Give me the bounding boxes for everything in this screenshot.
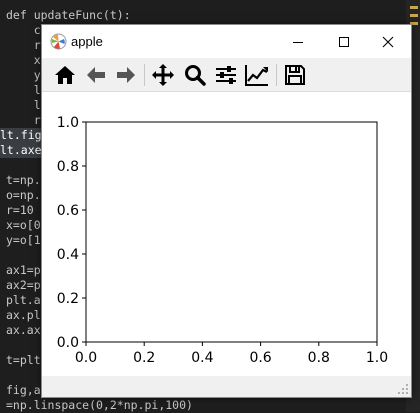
pan-button[interactable] <box>150 62 176 88</box>
maximize-icon <box>339 36 349 47</box>
code-line: t=plt <box>6 353 41 367</box>
toolbar-separator <box>144 64 145 86</box>
plot-axes[interactable]: 0.0 0.2 0.4 0.6 0.8 1.0 0.0 0.2 0.4 0.6 0.8 1.0 <box>42 92 411 377</box>
save-button[interactable] <box>282 62 308 88</box>
y-tick-label: 0.4 <box>57 247 79 263</box>
minimize-icon <box>293 41 303 43</box>
code-line: fig,a <box>6 383 41 397</box>
forward-button[interactable] <box>113 62 139 88</box>
code-line: y=o[1 <box>6 233 41 247</box>
y-tick-label: 0.0 <box>57 335 79 351</box>
code-line: o=np. <box>6 188 41 202</box>
pan-icon <box>152 64 174 86</box>
code-line: c <box>6 23 41 37</box>
title-bar[interactable]: apple <box>42 25 411 58</box>
code-line: plt.a <box>6 293 41 307</box>
close-button[interactable] <box>365 25 411 58</box>
resize-grip-icon[interactable] <box>397 383 409 395</box>
code-line: ax2=p <box>6 278 41 292</box>
zoom-icon <box>185 65 206 86</box>
code-line: ax.ax <box>6 323 41 337</box>
x-tick-label: 1.0 <box>366 350 388 366</box>
code-line: y <box>6 68 41 82</box>
code-line: l <box>6 83 41 97</box>
save-icon <box>285 65 305 85</box>
forward-icon <box>117 67 135 83</box>
y-tick-label: 0.8 <box>57 159 79 175</box>
scroll-marker <box>410 6 418 9</box>
configure-subplots-icon <box>216 66 236 84</box>
minimize-button[interactable] <box>275 25 321 58</box>
status-bar <box>42 376 411 397</box>
code-line: lt.fig <box>0 128 42 143</box>
code-line: x=o[0 <box>6 218 41 232</box>
matplotlib-logo-icon <box>50 33 67 50</box>
home-icon <box>55 66 75 84</box>
navigation-toolbar <box>42 58 411 92</box>
code-line: lt.axe <box>0 143 42 158</box>
x-tick-label: 0.6 <box>249 350 271 366</box>
x-tick-label: 0.2 <box>133 350 155 366</box>
axes-frame <box>85 121 378 343</box>
code-line: r <box>6 113 41 127</box>
code-line: l <box>6 98 41 112</box>
code-line: =np.linspace(0,2*np.pi,100) <box>6 398 193 412</box>
code-line: t=np. <box>6 173 41 187</box>
code-line: def updateFunc(t): <box>6 8 131 22</box>
toolbar-separator <box>276 64 277 86</box>
figure-window[interactable]: apple 0.0 0.2 0.4 0.6 0.8 1.0 0.0 0.2 0.… <box>41 24 412 398</box>
home-button[interactable] <box>52 62 78 88</box>
figure-canvas[interactable]: 0.0 0.2 0.4 0.6 0.8 1.0 0.0 0.2 0.4 0.6 0.8 1.0 <box>42 92 411 377</box>
code-line: ax1=p <box>6 263 41 277</box>
configure-subplots-button[interactable] <box>213 62 239 88</box>
x-tick-label: 0.8 <box>308 350 330 366</box>
window-title: apple <box>71 34 103 49</box>
x-tick-label: 0.0 <box>75 350 97 366</box>
zoom-button[interactable] <box>182 62 208 88</box>
scroll-marker <box>410 14 418 17</box>
edit-axis-icon <box>245 65 268 86</box>
code-line: r=10 <box>6 203 34 217</box>
maximize-button[interactable] <box>321 25 367 58</box>
back-button[interactable] <box>83 62 109 88</box>
code-line: r <box>6 38 41 52</box>
back-icon <box>87 67 105 83</box>
y-tick-label: 0.6 <box>57 203 79 219</box>
close-icon <box>382 36 394 47</box>
code-line: ax.pl <box>6 308 41 322</box>
y-tick-label: 1.0 <box>57 115 79 131</box>
edit-axis-button[interactable] <box>244 62 270 88</box>
y-tick-label: 0.2 <box>57 291 79 307</box>
code-line: x <box>6 53 41 67</box>
x-tick-label: 0.4 <box>191 350 213 366</box>
